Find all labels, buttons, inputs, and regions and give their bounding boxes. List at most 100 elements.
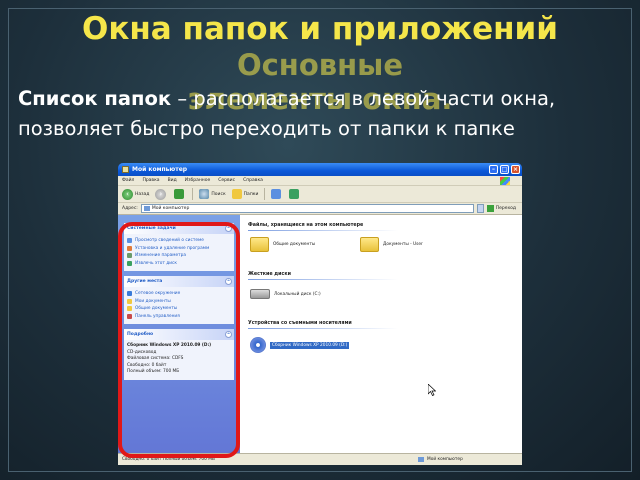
item-cd-drive[interactable]: Сборник Windows XP 2010.09 (D:) — [250, 337, 350, 353]
go-arrow-icon — [486, 205, 494, 212]
details-header[interactable]: Подробно ^ — [124, 329, 234, 340]
menu-favorites[interactable]: Избранное — [185, 178, 211, 183]
sync-button[interactable] — [289, 189, 301, 199]
window-content: Системные задачи ^ Просмотр сведений о с… — [118, 215, 522, 453]
menu-view[interactable]: Вид — [168, 178, 177, 183]
go-label: Переход — [495, 206, 516, 211]
item-label: Документы - User — [383, 242, 423, 247]
toolbar-separator — [192, 188, 194, 200]
folder-icon — [360, 237, 379, 252]
minimize-button[interactable]: – — [489, 165, 498, 174]
close-button[interactable]: × — [511, 165, 520, 174]
folders-button[interactable]: Папки — [231, 189, 258, 199]
group-divider — [248, 230, 398, 231]
search-icon — [199, 189, 210, 199]
folder-icon — [127, 298, 132, 304]
details-title: Подробно — [127, 332, 154, 337]
folder-icon — [250, 237, 269, 252]
search-button[interactable]: Поиск — [199, 189, 226, 199]
folders-icon — [231, 189, 242, 199]
place-control-panel[interactable]: Панель управления — [127, 313, 231, 321]
overlap-title-line1: Основные — [236, 48, 404, 82]
place-label: Панель управления — [135, 313, 180, 319]
place-shared-documents[interactable]: Общие документы — [127, 305, 231, 313]
computer-icon — [143, 206, 150, 211]
mouse-cursor-icon — [427, 381, 437, 400]
status-location: Мой компьютер — [427, 457, 463, 462]
back-label: Назад — [135, 191, 150, 197]
task-eject-disk[interactable]: Извлечь этот диск — [127, 260, 231, 268]
place-my-documents[interactable]: Мои документы — [127, 298, 231, 306]
address-dropdown[interactable] — [476, 204, 484, 213]
menu-help[interactable]: Справка — [243, 178, 263, 183]
place-label: Общие документы — [135, 306, 178, 311]
item-label: Общие документы — [273, 242, 316, 247]
desc-term: Список папок — [18, 87, 172, 110]
explorer-window: Мой компьютер – □ × Файл Правка Вид Избр… — [118, 163, 522, 465]
views-icon — [271, 189, 282, 199]
details-panel: Подробно ^ Сборник Windows XP 2010.09 (D… — [124, 329, 234, 380]
menu-bar: Файл Правка Вид Избранное Сервис Справка — [118, 176, 522, 186]
item-local-disk[interactable]: Локальный диск (C:) — [250, 289, 321, 299]
system-info-icon — [127, 238, 132, 244]
search-label: Поиск — [211, 191, 226, 197]
up-button[interactable] — [174, 189, 186, 199]
sync-icon — [289, 189, 300, 199]
views-button[interactable] — [271, 189, 283, 199]
go-button[interactable]: Переход — [486, 205, 516, 212]
maximize-button[interactable]: □ — [500, 165, 509, 174]
group-divider — [248, 328, 398, 329]
menu-file[interactable]: Файл — [122, 178, 134, 183]
system-tasks-title: Системные задачи — [127, 226, 176, 231]
task-view-system-info[interactable]: Просмотр сведений о системе — [127, 237, 231, 245]
back-arrow-icon: ‹ — [122, 188, 133, 200]
forward-button[interactable]: › — [155, 188, 168, 200]
computer-icon — [418, 457, 424, 462]
system-tasks-panel: Системные задачи ^ Просмотр сведений о с… — [124, 223, 234, 271]
task-label: Извлечь этот диск — [135, 260, 177, 266]
control-panel-icon — [127, 313, 132, 319]
window-title: Мой компьютер — [132, 166, 188, 173]
task-label: Просмотр сведений о системе — [135, 238, 204, 243]
menu-tools[interactable]: Сервис — [218, 178, 235, 183]
group-header-files: Файлы, хранящиеся на этом компьютере — [248, 223, 364, 228]
slide-title: Окна папок и приложений — [82, 11, 558, 47]
address-value: Мой компьютер — [151, 206, 190, 211]
address-label: Адрес: — [122, 206, 138, 211]
eject-icon — [127, 260, 132, 266]
folder-icon — [127, 306, 132, 312]
network-icon — [127, 291, 132, 297]
item-shared-documents[interactable]: Общие документы — [250, 237, 315, 252]
task-add-remove-programs[interactable]: Установка и удаление программ — [127, 245, 231, 253]
details-total: Полный объем: 700 МБ — [127, 369, 180, 374]
window-titlebar[interactable]: Мой компьютер – □ × — [118, 163, 522, 176]
item-user-documents[interactable]: Документы - User — [360, 237, 423, 252]
details-body: Сборник Windows XP 2010.09 (D:) CD-диско… — [124, 340, 234, 380]
collapse-icon[interactable]: ^ — [225, 278, 232, 285]
group-header-removable: Устройства со съемными носителями — [248, 321, 352, 326]
address-input[interactable]: Мой компьютер — [140, 204, 474, 213]
toolbar-separator — [264, 188, 266, 200]
hard-drive-icon — [250, 289, 270, 299]
forward-arrow-icon: › — [155, 188, 167, 200]
collapse-icon[interactable]: ^ — [225, 225, 232, 232]
place-label: Мои документы — [135, 298, 171, 304]
status-right: Мой компьютер — [318, 457, 522, 462]
item-label: Сборник Windows XP 2010.09 (D:) — [270, 341, 350, 349]
back-button[interactable]: ‹ Назад — [122, 188, 150, 200]
group-header-hdd: Жесткие диски — [248, 272, 291, 277]
cd-drive-icon — [250, 337, 266, 353]
status-left: Свободно: 0 байт Полный объем: 700 МБ — [122, 457, 215, 462]
task-change-setting[interactable]: Изменение параметра — [127, 252, 231, 260]
place-network[interactable]: Сетевое окружение — [127, 290, 231, 298]
other-places-body: Сетевое окружение Мои документы Общие до… — [124, 287, 234, 324]
place-label: Сетевое окружение — [135, 291, 181, 296]
collapse-icon[interactable]: ^ — [225, 331, 232, 338]
windows-logo-icon — [500, 177, 510, 185]
other-places-header[interactable]: Другие места ^ — [124, 276, 234, 287]
control-panel-icon — [127, 253, 132, 259]
menu-edit[interactable]: Правка — [142, 178, 159, 183]
system-tasks-header[interactable]: Системные задачи ^ — [124, 223, 234, 234]
toolbar: ‹ Назад › Поиск Папки — [118, 186, 522, 203]
computer-icon — [122, 166, 129, 173]
